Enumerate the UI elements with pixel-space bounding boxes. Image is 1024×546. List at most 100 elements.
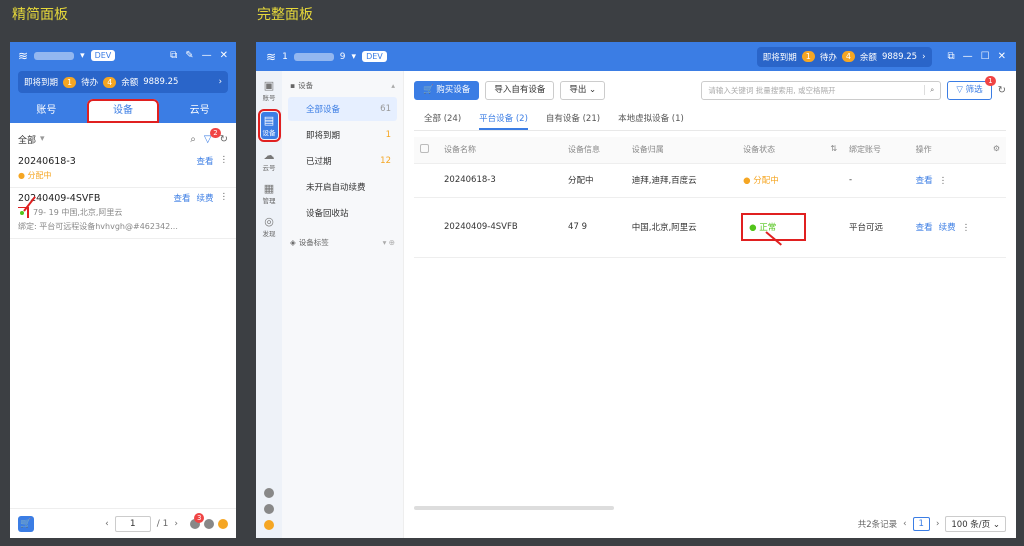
tab-cloud[interactable]: 云号 bbox=[163, 99, 236, 123]
info-pill[interactable]: 即将到期 1 待办 4 余额 9889.25 › bbox=[18, 71, 228, 93]
page-input[interactable]: 1 bbox=[114, 515, 151, 532]
refresh-icon[interactable]: ↻ bbox=[220, 134, 228, 145]
simple-tabs: 账号 设备 云号 bbox=[10, 99, 236, 123]
view-button[interactable]: 查看 bbox=[916, 223, 933, 233]
table-row[interactable]: 20240618-3 分配中 迪拜,迪拜,百度云 ● 分配中 - 查看 ⋮ bbox=[414, 163, 1006, 198]
renew-button[interactable]: 续费 bbox=[939, 223, 956, 233]
device-note: 绑定: 平台可远程设备hvhvgh@#462342... bbox=[18, 222, 178, 231]
balance-value: 9889.25 bbox=[881, 51, 918, 62]
todo-badge: 4 bbox=[103, 76, 117, 88]
device-icon: ▤ bbox=[263, 114, 275, 127]
category-expired[interactable]: 已过期 12 bbox=[288, 149, 397, 173]
category-panel: ▪ 设备 ▴ 全部设备 61 即将到期 1 已过期 12 未开启自动续费 设备回收站 … bbox=[282, 71, 404, 538]
more-icon[interactable]: ⋮ bbox=[939, 176, 948, 186]
more-icon[interactable]: ⋮ bbox=[962, 223, 971, 233]
chevron-up-icon[interactable]: ▴ bbox=[391, 81, 395, 90]
search-icon[interactable]: ⌕ bbox=[924, 85, 934, 95]
view-button[interactable]: 查看 bbox=[916, 176, 933, 186]
more-icon[interactable]: ⋮ bbox=[220, 192, 229, 204]
cell-bind: 平台可远 bbox=[843, 197, 910, 258]
todo-label: 待办 bbox=[81, 78, 99, 88]
account-masked bbox=[34, 51, 75, 60]
next-page-icon[interactable]: › bbox=[936, 519, 939, 529]
close-icon[interactable]: ✕ bbox=[220, 50, 228, 61]
full-panel: ≋ 1 9 ▾ DEV 即将到期 1 待办 4 余额 9889.25 › ⧉ —… bbox=[256, 42, 1016, 538]
switch-panel-icon[interactable]: ⧉ bbox=[170, 50, 177, 61]
filter-button[interactable]: ▽ 筛选 1 bbox=[947, 75, 996, 100]
tab-platform[interactable]: 平台设备 (2) bbox=[479, 109, 528, 130]
category-no-autorenew[interactable]: 未开启自动续费 bbox=[288, 175, 397, 199]
category-header[interactable]: ▪ 设备 ▴ bbox=[288, 77, 397, 97]
category-expiring[interactable]: 即将到期 1 bbox=[288, 123, 397, 147]
more-icon[interactable]: ⋮ bbox=[220, 155, 229, 167]
chevron-down-icon[interactable]: ▾ ⊕ bbox=[383, 238, 395, 247]
prev-page-icon[interactable]: ‹ bbox=[105, 519, 109, 529]
service-icon[interactable] bbox=[218, 518, 228, 529]
page-total: / 1 bbox=[156, 518, 169, 529]
table-row[interactable]: 20240409-4SVFB 47 9 中国,北京,阿里云 ● 正常 平台可远 … bbox=[414, 197, 1006, 258]
horizontal-scrollbar[interactable] bbox=[414, 506, 614, 510]
minimize-icon[interactable]: — bbox=[963, 51, 973, 62]
settings-icon[interactable] bbox=[264, 504, 274, 514]
close-icon[interactable]: ✕ bbox=[998, 51, 1006, 62]
pin-icon[interactable]: ✎ bbox=[185, 50, 193, 61]
chevron-down-icon[interactable]: ▾ bbox=[40, 134, 45, 144]
chevron-down-icon[interactable]: ▾ bbox=[352, 52, 357, 62]
maximize-icon[interactable]: ☐ bbox=[981, 51, 990, 62]
window-controls: ⧉ ✎ — ✕ bbox=[170, 50, 228, 61]
info-pill[interactable]: 即将到期 1 待办 4 余额 9889.25 › bbox=[756, 46, 932, 67]
chevron-down-icon[interactable]: ▾ bbox=[80, 51, 85, 61]
tab-devices[interactable]: 设备 bbox=[86, 99, 160, 123]
tab-accounts[interactable]: 账号 bbox=[10, 99, 83, 123]
next-page-icon[interactable]: › bbox=[174, 519, 178, 529]
bell-icon[interactable] bbox=[264, 488, 274, 498]
buy-device-button[interactable]: 🛒 购买设备 bbox=[414, 80, 480, 100]
expiring-badge: 1 bbox=[63, 76, 77, 88]
view-button[interactable]: 查看 bbox=[196, 155, 213, 167]
tag-header[interactable]: ◈ 设备标签 ▾ ⊕ bbox=[288, 227, 397, 248]
rail-item-manage[interactable]: ▦ 管理 bbox=[263, 182, 276, 205]
simple-footer: 🛒 ‹ 1 / 1 › 3 bbox=[10, 508, 236, 538]
rail-item-devices[interactable]: ▤ 设备 bbox=[257, 109, 281, 142]
minimize-icon[interactable]: — bbox=[202, 50, 212, 61]
search-input[interactable]: 请输入关键词 批量搜索用, 或空格隔开 ⌕ bbox=[701, 80, 942, 100]
tab-all[interactable]: 全部 (24) bbox=[424, 109, 461, 130]
account-prefix: 1 bbox=[282, 51, 288, 62]
side-rail: ▣ 账号 ▤ 设备 ☁ 云号 ▦ 管理 ◎ 发现 bbox=[256, 71, 282, 538]
tab-own[interactable]: 自有设备 (21) bbox=[546, 109, 600, 130]
list-item[interactable]: 20240618-3 查看 ⋮ ● 分配中 bbox=[10, 151, 236, 188]
refresh-icon[interactable]: ↻ bbox=[998, 85, 1006, 96]
cell-owner: 中国,北京,阿里云 bbox=[625, 197, 738, 258]
col-status[interactable]: 设备状态 ⇅ bbox=[737, 137, 844, 164]
list-item[interactable]: 20240409-4SVFB 查看 续费 ⋮ 79- 19 中国,北京,阿里云 … bbox=[10, 188, 236, 239]
tab-local-virtual[interactable]: 本地虚拟设备 (1) bbox=[618, 109, 684, 130]
main-content: 🛒 购买设备 导入自有设备 导出 ⌄ 请输入关键词 批量搜索用, 或空格隔开 ⌕… bbox=[404, 71, 1016, 538]
search-icon[interactable]: ⌕ bbox=[190, 134, 196, 145]
import-device-button[interactable]: 导入自有设备 bbox=[485, 80, 555, 100]
rail-item-discover[interactable]: ◎ 发现 bbox=[263, 215, 276, 238]
settings-icon[interactable] bbox=[204, 518, 214, 529]
service-icon[interactable] bbox=[264, 520, 274, 530]
filter-select[interactable]: 全部 bbox=[18, 133, 36, 146]
category-all-devices[interactable]: 全部设备 61 bbox=[288, 97, 397, 121]
switch-panel-icon[interactable]: ⧉ bbox=[948, 51, 955, 62]
expiring-label: 即将到期 bbox=[762, 52, 797, 63]
gear-icon[interactable]: ⚙ bbox=[993, 144, 1000, 153]
rail-item-cloud[interactable]: ☁ 云号 bbox=[263, 149, 276, 172]
full-title-bar: ≋ 1 9 ▾ DEV 即将到期 1 待办 4 余额 9889.25 › ⧉ —… bbox=[256, 42, 1016, 71]
cell-info: 分配中 bbox=[562, 163, 626, 198]
prev-page-icon[interactable]: ‹ bbox=[903, 519, 906, 529]
rail-item-accounts[interactable]: ▣ 账号 bbox=[263, 79, 276, 102]
cart-button[interactable]: 🛒 bbox=[18, 515, 34, 532]
todo-label: 待办 bbox=[819, 52, 837, 63]
renew-button[interactable]: 续费 bbox=[196, 192, 213, 204]
export-button[interactable]: 导出 ⌄ bbox=[560, 80, 606, 100]
cell-info: 47 9 bbox=[562, 197, 626, 258]
per-page-select[interactable]: 100 条/页 ⌄ bbox=[945, 516, 1006, 532]
balance-label: 余额 bbox=[859, 52, 877, 63]
select-all-checkbox[interactable] bbox=[420, 144, 429, 154]
page-number[interactable]: 1 bbox=[912, 517, 930, 531]
simple-panel-caption: 精简面板 bbox=[12, 7, 68, 23]
view-button[interactable]: 查看 bbox=[173, 192, 190, 204]
category-recycle-bin[interactable]: 设备回收站 bbox=[288, 201, 397, 225]
